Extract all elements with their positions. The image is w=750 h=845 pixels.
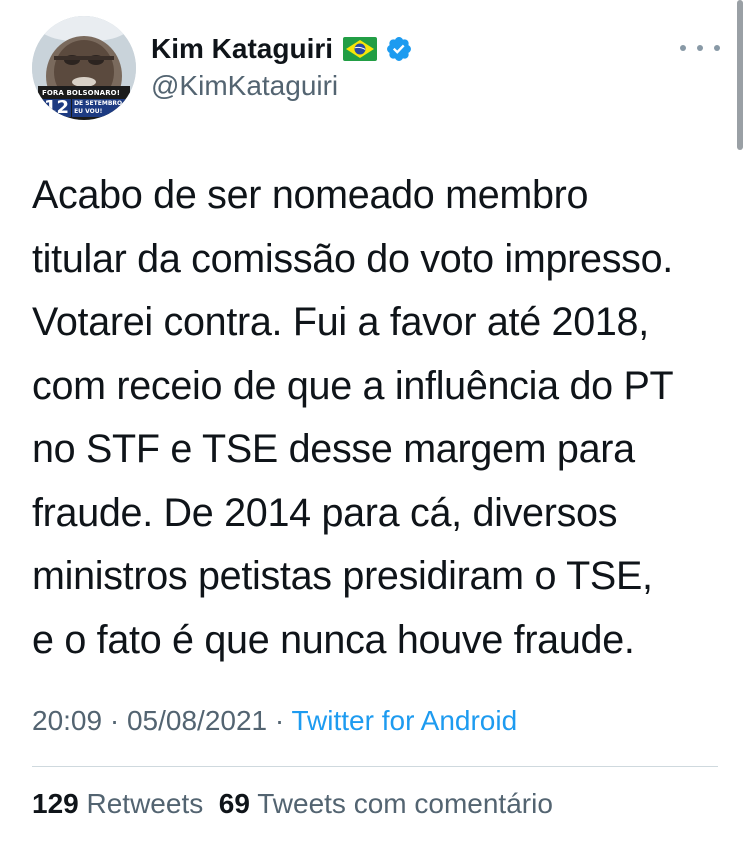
tweet-text-line: no STF e TSE desse margem para — [32, 427, 635, 471]
brazil-flag-icon — [343, 37, 378, 61]
meta-separator: · — [267, 705, 292, 736]
avatar-caption-big: 12 — [42, 97, 72, 118]
tweet-text-line: com receio de que a influência do PT — [32, 363, 674, 408]
more-horizontal-icon[interactable] — [680, 36, 720, 60]
tweet-text-line: Votarei contra. Fui a favor até 2018, — [32, 300, 649, 344]
user-handle[interactable]: @KimKataguiri — [151, 70, 338, 102]
tweet-text-line: titular da comissão do voto impresso. — [32, 236, 673, 281]
tweet-date[interactable]: 05/08/2021 — [127, 705, 267, 736]
tweet-text-line: e o fato é que nunca houve fraude. — [32, 617, 635, 662]
tweet-text-line: fraude. De 2014 para cá, diversos — [32, 490, 618, 535]
tweet-source-link[interactable]: Twitter for Android — [292, 705, 518, 736]
avatar-caption-small: DE SETEMBRO EU VOU! — [72, 99, 128, 117]
avatar[interactable]: FORA BOLSONARO! 12 DE SETEMBRO EU VOU! — [32, 16, 136, 120]
scrollbar[interactable] — [737, 0, 743, 150]
display-name[interactable]: Kim Kataguiri — [151, 33, 333, 65]
quote-tweets-stat[interactable]: 69 Tweets com comentário — [219, 788, 553, 819]
retweets-count: 129 — [32, 788, 79, 819]
avatar-caption: FORA BOLSONARO! 12 DE SETEMBRO EU VOU! — [42, 90, 128, 117]
divider — [32, 766, 718, 767]
retweets-stat[interactable]: 129 Retweets — [32, 788, 203, 819]
name-row: Kim Kataguiri — [151, 31, 413, 67]
tweet-meta: 20:09 · 05/08/2021 · Twitter for Android — [32, 705, 517, 737]
tweet: FORA BOLSONARO! 12 DE SETEMBRO EU VOU! K… — [0, 0, 750, 845]
avatar-caption-line1: FORA BOLSONARO! — [42, 89, 121, 97]
verified-badge-icon — [385, 35, 413, 63]
quote-tweets-count: 69 — [218, 788, 250, 819]
tweet-text: Acabo de ser nomeado membro titular da c… — [32, 164, 732, 672]
tweet-text-line: ministros petistas presidiram o TSE, — [32, 554, 653, 598]
tweet-time[interactable]: 20:09 — [32, 705, 102, 736]
quote-tweets-label: Tweets com comentário — [257, 788, 553, 819]
meta-separator: · — [102, 705, 127, 736]
tweet-stats: 129 Retweets 69 Tweets com comentário — [32, 788, 553, 820]
retweets-label: Retweets — [86, 788, 204, 819]
tweet-text-line: Acabo de ser nomeado membro — [32, 173, 589, 217]
